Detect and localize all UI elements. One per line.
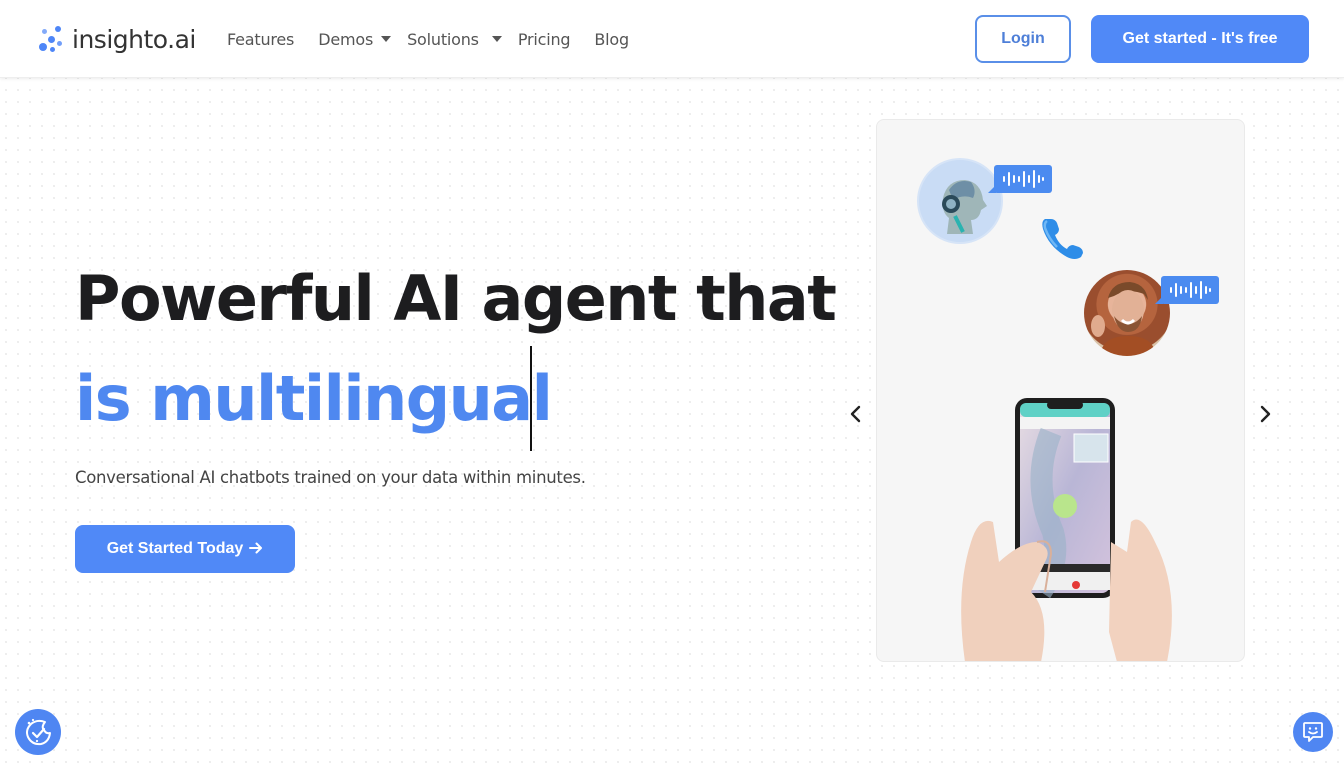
audio-waveform-icon [1155,276,1219,304]
nav-solutions-label: Solutions [407,29,479,49]
chatbot-icon [1303,722,1323,742]
hero-headline-accent: is multilingual [75,362,553,435]
ai-robot-avatar [917,158,1003,244]
logo-mark-icon [38,25,66,53]
cookie-consent-button[interactable] [15,709,61,755]
user-avatar [1084,270,1170,356]
logo[interactable]: insighto.ai [38,22,196,56]
logo-text: insighto.ai [72,24,196,54]
site-header: insighto.ai Features Demos Solutions Pri… [0,0,1344,78]
caret-down-icon [491,36,502,42]
nav-pricing-label: Pricing [517,29,571,49]
chatbot-launcher-button[interactable] [1293,712,1333,752]
carousel-next-button[interactable] [1253,402,1277,426]
nav-blog-label: Blog [594,29,629,49]
nav-features-label: Features [227,29,295,49]
caret-down-icon [381,36,392,42]
nav-demos-label: Demos [318,29,374,49]
hero-subtext: Conversational AI chatbots trained on yo… [75,468,586,487]
main-nav: Features Demos Solutions Pricing Blog [227,0,653,78]
nav-blog[interactable]: Blog [594,30,629,49]
phone-icon [1037,213,1089,265]
get-started-today-button[interactable]: Get Started Today [75,525,295,573]
login-button[interactable]: Login [975,15,1071,63]
get-started-today-label: Get Started Today [106,540,244,557]
nav-solutions[interactable]: Solutions [407,30,502,49]
audio-waveform-icon [988,165,1052,193]
hero-headline: Powerful AI agent that [75,262,837,335]
arrow-right-icon [249,539,263,560]
nav-features[interactable]: Features [227,30,294,49]
cookie-consent-icon [26,718,51,746]
carousel-slide [876,119,1245,662]
typing-cursor [530,346,532,451]
nav-demos[interactable]: Demos [318,29,392,49]
nav-pricing[interactable]: Pricing [518,30,571,49]
chevron-left-icon [850,405,861,423]
carousel-prev-button[interactable] [844,402,868,426]
hands-holding-phone-illustration [941,392,1191,661]
chevron-right-icon [1260,405,1271,423]
get-started-free-button[interactable]: Get started - It's free [1091,15,1309,63]
